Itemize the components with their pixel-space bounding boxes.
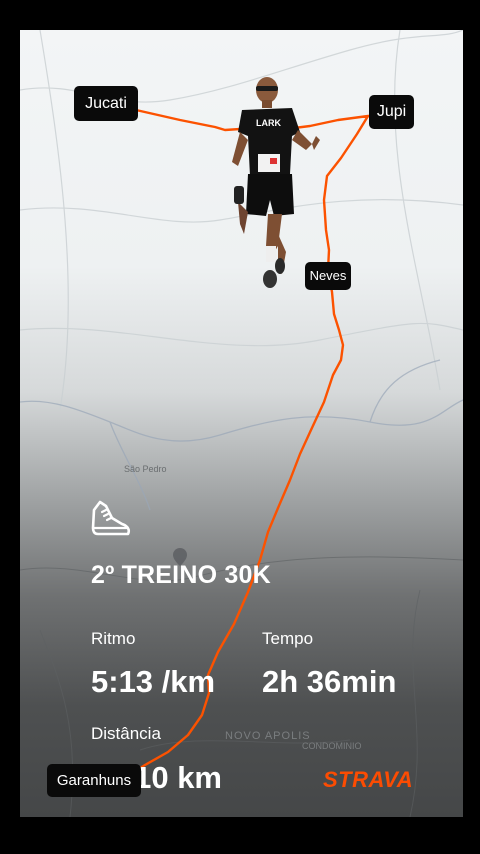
running-shoe-icon [91, 500, 131, 536]
map-town-condominio: CONDOMINIO [302, 741, 362, 751]
map-town-sao-pedro: São Pedro [124, 464, 167, 474]
place-label-jucati: Jucati [74, 86, 138, 121]
strava-logo: STRAVA [323, 767, 414, 792]
time-label: Tempo [262, 629, 314, 648]
pace-label: Ritmo [91, 629, 136, 648]
distance-label: Distância [91, 724, 161, 743]
svg-text:LARK: LARK [256, 118, 281, 128]
place-label-neves: Neves [305, 262, 351, 290]
time-value: 2h 36min [262, 664, 397, 699]
place-label-garanhuns: Garanhuns [47, 764, 141, 797]
map-town-novo-apolis: NOVO APOLIS [225, 730, 311, 742]
place-label-jupi: Jupi [369, 95, 414, 129]
pace-value: 5:13 /km [91, 664, 216, 699]
activity-card: São Pedro NOVO APOLIS CONDOMINIO LARK 2º… [20, 30, 463, 817]
activity-title: 2º TREINO 30K [91, 561, 271, 589]
runner-photo: LARK [232, 77, 320, 288]
